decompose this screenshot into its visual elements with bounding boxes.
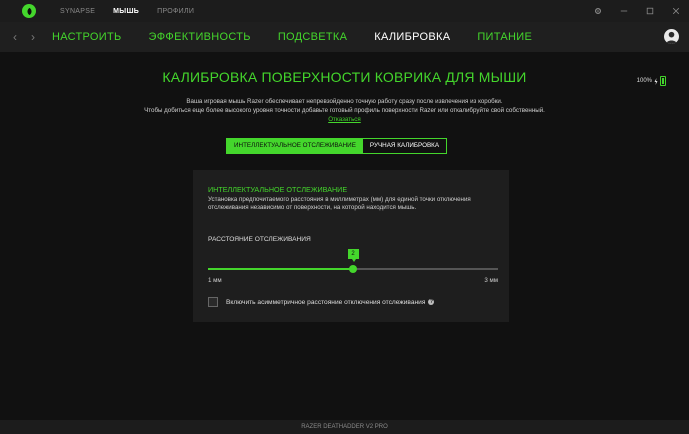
sub-navigation: ‹ › НАСТРОИТЬ ЭФФЕКТИВНОСТЬ ПОДСВЕТКА КА…	[0, 22, 689, 52]
battery-level: 100%	[636, 78, 652, 84]
tab-performance[interactable]: ЭФФЕКТИВНОСТЬ	[149, 31, 251, 43]
topnav-mouse[interactable]: МЫШЬ	[113, 8, 139, 15]
page-title: КАЛИБРОВКА ПОВЕРХНОСТИ КОВРИКА ДЛЯ МЫШИ	[162, 69, 527, 85]
description-line-2: Чтобы добиться еще более высокого уровня…	[144, 107, 545, 114]
page-description: Ваша игровая мышь Razer обеспечивает неп…	[0, 97, 689, 124]
forward-arrow-icon[interactable]: ›	[24, 30, 42, 44]
minimize-icon[interactable]	[611, 0, 637, 22]
window-controls	[585, 0, 689, 22]
slider-min-label: 1 мм	[208, 277, 222, 284]
asymmetric-option: Включить асимметричное расстояние отключ…	[208, 297, 435, 307]
topnav-profiles[interactable]: ПРОФИЛИ	[157, 8, 194, 15]
slider-max-label: 3 мм	[484, 277, 498, 284]
razer-logo-icon[interactable]	[22, 4, 36, 18]
slider-value-badge: 2	[347, 249, 359, 262]
topnav-synapse[interactable]: SYNAPSE	[60, 8, 95, 15]
slider-fill	[208, 268, 353, 270]
close-icon[interactable]	[663, 0, 689, 22]
tracking-distance-label: РАССТОЯНИЕ ОТСЛЕЖИВАНИЯ	[208, 236, 311, 243]
smart-tracking-tab[interactable]: ИНТЕЛЛЕКТУАЛЬНОЕ ОТСЛЕЖИВАНИЕ	[227, 139, 363, 153]
lightning-icon	[654, 77, 658, 85]
asymmetric-checkbox[interactable]	[208, 297, 218, 307]
tab-customize[interactable]: НАСТРОИТЬ	[52, 31, 122, 43]
battery-status: 100%	[637, 76, 666, 86]
slider-thumb[interactable]	[349, 265, 357, 273]
manual-calibration-tab[interactable]: РУЧНАЯ КАЛИБРОВКА	[362, 139, 447, 153]
title-bar: SYNAPSE МЫШЬ ПРОФИЛИ	[0, 0, 689, 22]
tracking-distance-slider[interactable]: 2	[208, 249, 498, 279]
tab-lighting[interactable]: ПОДСВЕТКА	[278, 31, 347, 43]
card-title: ИНТЕЛЛЕКТУАЛЬНОЕ ОТСЛЕЖИВАНИЕ	[208, 185, 348, 194]
device-name-footer: RAZER DEATHADDER V2 PRO	[0, 420, 689, 434]
battery-icon	[660, 76, 666, 86]
description-line-1: Ваша игровая мышь Razer обеспечивает неп…	[186, 98, 503, 105]
tab-power[interactable]: ПИТАНИЕ	[477, 31, 532, 43]
tab-calibration[interactable]: КАЛИБРОВКА	[374, 31, 450, 43]
asymmetric-label[interactable]: Включить асимметричное расстояние отключ…	[226, 299, 425, 306]
calibration-mode-tabs: ИНТЕЛЛЕКТУАЛЬНОЕ ОТСЛЕЖИВАНИЕ РУЧНАЯ КАЛ…	[226, 138, 448, 154]
maximize-icon[interactable]	[637, 0, 663, 22]
user-avatar-icon[interactable]	[664, 29, 679, 44]
dismiss-link[interactable]: Отказаться	[328, 115, 361, 124]
gear-icon[interactable]	[585, 0, 611, 22]
info-icon[interactable]: ?	[428, 299, 435, 305]
back-arrow-icon[interactable]: ‹	[6, 30, 24, 44]
main-content: КАЛИБРОВКА ПОВЕРХНОСТИ КОВРИКА ДЛЯ МЫШИ …	[0, 52, 689, 420]
card-description: Установка предпочитаемого расстояния в м…	[208, 196, 471, 211]
smart-tracking-card: ИНТЕЛЛЕКТУАЛЬНОЕ ОТСЛЕЖИВАНИЕ Установка …	[193, 170, 509, 322]
